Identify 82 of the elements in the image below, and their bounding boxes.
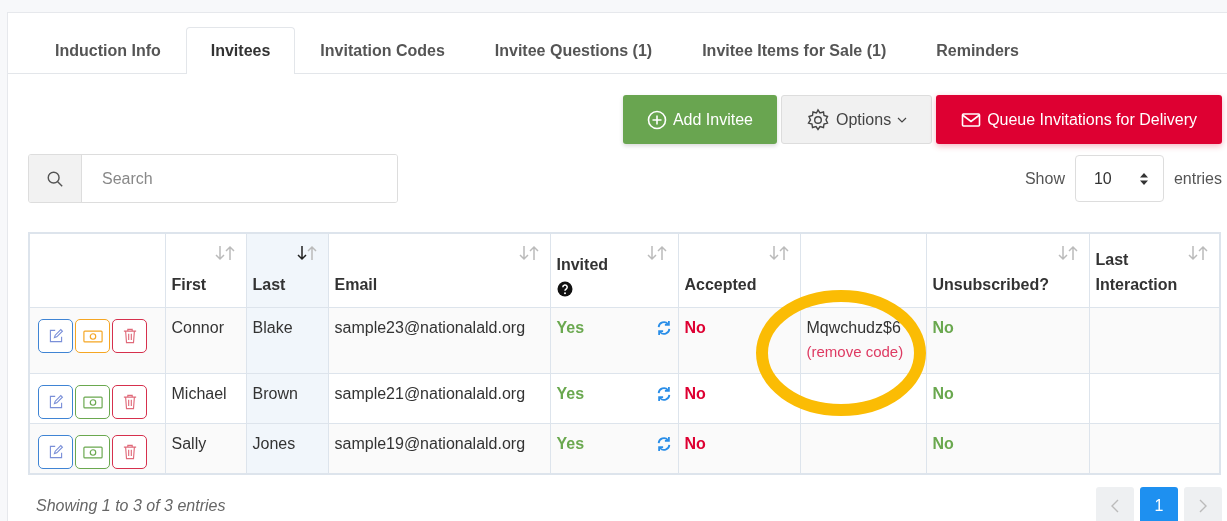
column-header[interactable]: Last [246, 233, 328, 308]
table-cell: Mqwchudz$6 [806, 319, 901, 337]
column-header[interactable]: First [165, 233, 246, 308]
header-label: Invited [556, 255, 609, 275]
table-cell: Yes [556, 385, 585, 403]
help-icon [556, 281, 573, 297]
payment-button[interactable] [75, 319, 110, 353]
chevron-left-icon [1111, 499, 1119, 513]
entries-select[interactable]: 10 [1074, 155, 1164, 202]
sort-icon [1187, 245, 1209, 261]
table-cell: Yes [556, 319, 585, 337]
column-header[interactable]: Email [328, 233, 550, 308]
sort-icon [645, 245, 668, 261]
column-header[interactable]: Invited [550, 233, 678, 308]
header-label: Unsubscribed? [932, 275, 1049, 295]
table-cell: Brown [252, 385, 298, 403]
sort-icon [1056, 245, 1079, 261]
table-cell: sample21@nationalald.org [334, 385, 526, 403]
sort-icon [213, 245, 236, 261]
tab[interactable]: Invitee Items for Sale (1) [677, 27, 912, 74]
search-field[interactable]: Search [28, 154, 398, 203]
payment-button[interactable] [75, 385, 110, 419]
cash-icon [82, 329, 103, 343]
table-cell: sample23@nationalald.org [334, 319, 526, 337]
delete-button[interactable] [112, 385, 147, 419]
refresh-icon[interactable] [655, 386, 672, 402]
table-cell: sample19@nationalald.org [334, 435, 526, 453]
trash-icon [122, 444, 137, 460]
edit-button[interactable] [38, 385, 73, 419]
edit-icon [47, 394, 64, 410]
header-label: Last Interaction [1095, 250, 1178, 295]
column-header[interactable]: Accepted [678, 233, 800, 308]
header-label: Email [334, 275, 378, 295]
cash-icon [82, 445, 103, 459]
table-cell: No [684, 385, 706, 403]
remove-code-link[interactable]: (remove code) [806, 343, 920, 360]
updown-icon [1138, 171, 1149, 186]
chevron-right-icon [1199, 499, 1207, 513]
header-label: Accepted [684, 275, 757, 295]
edit-icon [47, 444, 64, 460]
table-cell: Sally [171, 435, 207, 453]
table-cell: No [684, 319, 706, 337]
table-cell: No [684, 435, 706, 453]
tab[interactable]: Invitees [185, 27, 296, 74]
payment-button[interactable] [75, 435, 110, 469]
tab[interactable]: Reminders [911, 27, 1044, 74]
queue-button[interactable]: Queue Invitations for Delivery [936, 95, 1222, 144]
refresh-icon[interactable] [655, 320, 672, 336]
cash-icon [82, 395, 103, 409]
entries-label: entries [1173, 169, 1222, 188]
entries-info: Showing 1 to 3 of 3 entries [36, 497, 226, 515]
tab[interactable]: Invitee Questions (1) [469, 27, 678, 74]
tab[interactable]: Invitation Codes [295, 27, 470, 74]
plus-circle-icon [646, 109, 667, 130]
table-cell: No [932, 435, 954, 453]
sort-icon [295, 245, 318, 261]
show-label: Show [1024, 169, 1065, 188]
table-cell: Michael [171, 385, 227, 403]
sort-icon [517, 245, 540, 261]
search-icon [46, 169, 64, 188]
table-cell: Connor [171, 319, 224, 337]
column-header[interactable]: Unsubscribed? [926, 233, 1089, 308]
delete-button[interactable] [112, 319, 147, 353]
table-cell: Jones [252, 435, 296, 453]
header-label: First [171, 275, 207, 295]
header-label: Last [252, 275, 286, 295]
table-cell: No [932, 385, 954, 403]
gear-icon [806, 107, 830, 132]
edit-button[interactable] [38, 435, 73, 469]
table-cell: Yes [556, 435, 585, 453]
refresh-icon[interactable] [655, 436, 672, 452]
trash-icon [122, 394, 137, 410]
tab[interactable]: Induction Info [30, 27, 186, 74]
caret-icon [897, 116, 908, 123]
delete-button[interactable] [112, 435, 147, 469]
table-cell: Blake [252, 319, 293, 337]
sort-icon [767, 245, 790, 261]
trash-icon [122, 328, 137, 344]
table-cell: No [932, 319, 954, 337]
edit-icon [47, 328, 64, 344]
options-button[interactable]: Options [781, 95, 933, 144]
edit-button[interactable] [38, 319, 73, 353]
